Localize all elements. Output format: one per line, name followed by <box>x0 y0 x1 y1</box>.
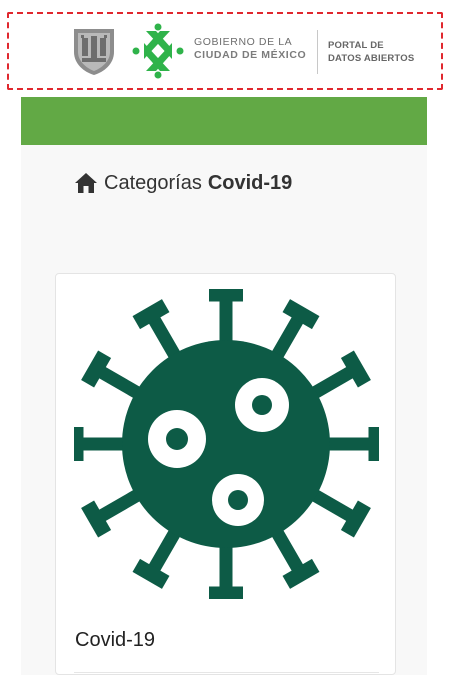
government-line2: CIUDAD DE MÉXICO <box>194 49 307 61</box>
header-divider <box>317 30 318 74</box>
cdmx-logo[interactable] <box>132 23 184 79</box>
home-icon[interactable] <box>74 172 98 194</box>
breadcrumb: Categorías Covid-19 <box>74 168 292 198</box>
card-divider <box>74 672 379 673</box>
portal-name[interactable]: PORTAL DE DATOS ABIERTOS <box>328 39 414 65</box>
portal-line1: PORTAL DE <box>328 40 384 51</box>
breadcrumb-categories-link[interactable]: Categorías <box>104 172 202 195</box>
government-name: GOBIERNO DE LA CIUDAD DE MÉXICO <box>194 36 306 62</box>
green-nav-bar <box>21 97 427 145</box>
shield-logo[interactable] <box>72 26 116 76</box>
site-header: GOBIERNO DE LA CIUDAD DE MÉXICO PORTAL D… <box>52 20 429 82</box>
breadcrumb-current: Covid-19 <box>207 171 293 194</box>
portal-line2: DATOS ABIERTOS <box>328 53 415 64</box>
category-card[interactable]: Covid-19 <box>55 273 396 675</box>
government-line1: GOBIERNO DE LA <box>194 36 293 48</box>
card-title[interactable]: Covid-19 <box>75 629 155 652</box>
virus-icon[interactable] <box>74 289 379 599</box>
